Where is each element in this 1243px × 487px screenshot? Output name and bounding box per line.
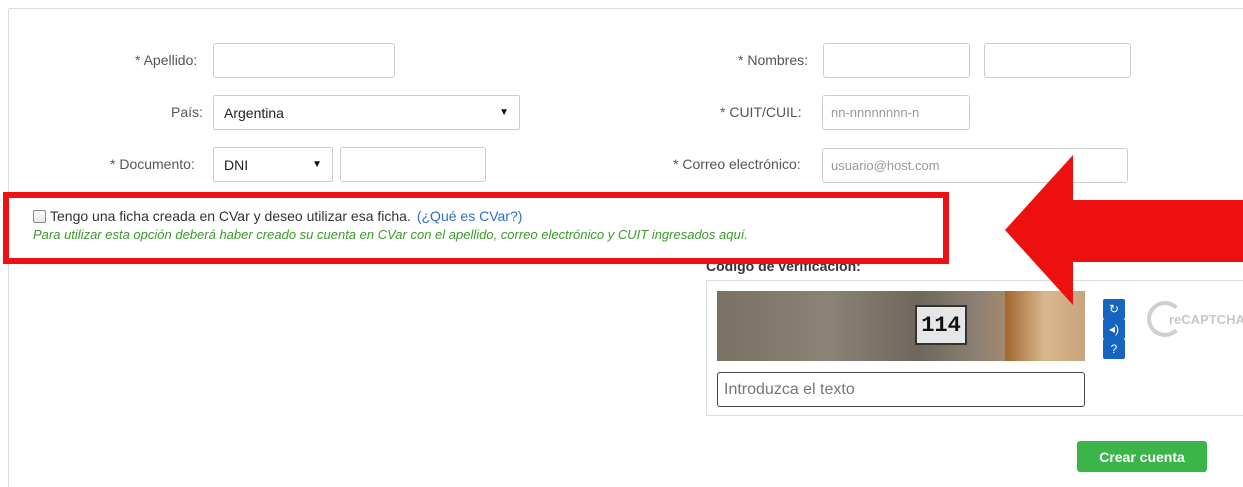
recaptcha-logo: reCAPTCHA™ <box>1147 301 1243 337</box>
captcha-input-placeholder: Introduzca el texto <box>724 380 855 398</box>
recaptcha-logo-text: reCAPTCHA™ <box>1169 311 1243 327</box>
pais-select[interactable]: Argentina ▼ <box>213 95 520 130</box>
cvar-option-row: Tengo una ficha creada en CVar y deseo u… <box>33 208 522 224</box>
cvar-help-text: Para utilizar esta opción deberá haber c… <box>33 227 748 242</box>
documento-number-input[interactable] <box>340 147 486 182</box>
audio-icon[interactable]: ◂) <box>1103 319 1125 339</box>
cuit-input[interactable]: nn-nnnnnnnn-n <box>822 95 970 130</box>
nombres-input-first[interactable] <box>823 43 970 78</box>
captcha-image-text: 114 <box>915 305 967 345</box>
arrow-left-icon <box>1005 155 1243 305</box>
cuit-label: * CUIT/CUIL: <box>720 104 802 120</box>
nombres-label: * Nombres: <box>738 52 809 68</box>
create-account-button[interactable]: Crear cuenta <box>1077 441 1207 472</box>
cvar-checkbox[interactable] <box>33 209 46 223</box>
cvar-checkbox-label: Tengo una ficha creada en CVar y deseo u… <box>50 208 411 224</box>
correo-label: * Correo electrónico: <box>673 156 801 172</box>
chevron-down-icon: ▼ <box>312 159 322 170</box>
what-is-cvar-link[interactable]: (¿Qué es CVar?) <box>417 208 523 224</box>
apellido-label: * Apellido: <box>135 52 198 68</box>
nombres-input-second[interactable] <box>984 43 1131 78</box>
documento-type-value: DNI <box>224 156 249 173</box>
help-icon[interactable]: ? <box>1103 339 1125 359</box>
cuit-placeholder: nn-nnnnnnnn-n <box>831 105 920 120</box>
documento-type-select[interactable]: DNI ▼ <box>213 147 333 182</box>
cvar-highlight-box: Tengo una ficha creada en CVar y deseo u… <box>3 192 949 264</box>
documento-label: * Documento: <box>110 156 195 172</box>
chevron-down-icon: ▼ <box>499 107 509 118</box>
apellido-input[interactable] <box>213 43 395 78</box>
correo-placeholder: usuario@host.com <box>831 158 940 173</box>
pais-label: País: <box>171 104 203 120</box>
pais-value: Argentina <box>224 104 284 121</box>
captcha-input[interactable]: Introduzca el texto <box>717 372 1085 407</box>
